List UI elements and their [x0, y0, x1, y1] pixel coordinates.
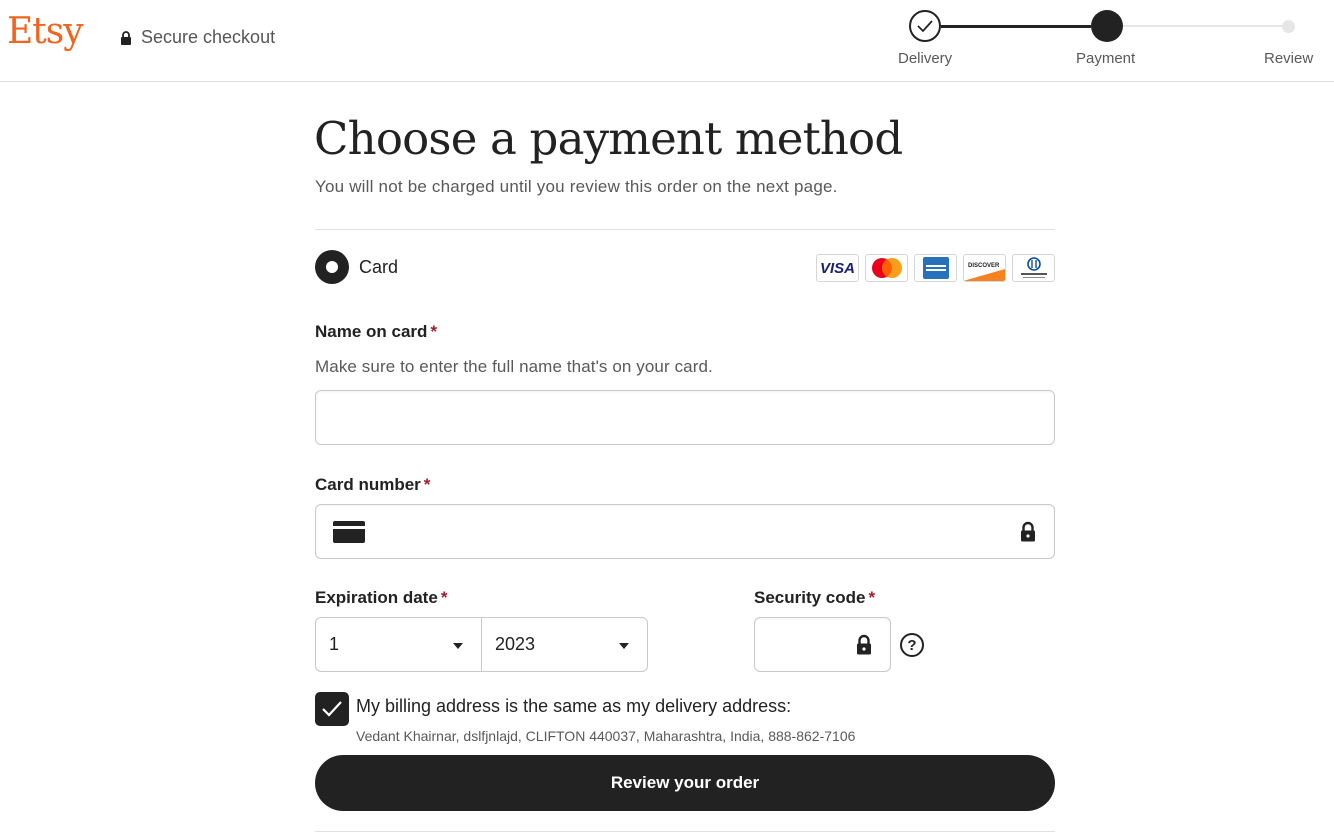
- secure-checkout: Secure checkout: [120, 27, 275, 48]
- lock-icon: [1021, 521, 1035, 542]
- expiration-month-select[interactable]: 1: [315, 617, 482, 672]
- card-number-label-text: Card number: [315, 475, 421, 494]
- required-asterisk: *: [868, 588, 876, 607]
- billing-same-label: My billing address is the same as my del…: [356, 696, 792, 716]
- credit-card-icon: [333, 521, 365, 543]
- chevron-down-icon: [619, 643, 629, 649]
- divider: [315, 229, 1055, 230]
- secure-checkout-label: Secure checkout: [141, 27, 276, 47]
- step-review-label: Review: [1264, 50, 1314, 67]
- etsy-logo[interactable]: Etsy: [7, 14, 84, 50]
- billing-address: Vedant Khairnar, dslfjnlajd, CLIFTON 440…: [356, 728, 856, 744]
- page-title: Choose a payment method: [314, 112, 903, 165]
- checkout-stepper: Delivery Payment Review: [880, 8, 1334, 72]
- checkout-header: Etsy Secure checkout Delivery Payment Re…: [0, 0, 1334, 82]
- expiration-date-label-text: Expiration date: [315, 588, 438, 607]
- billing-same-checkbox[interactable]: [315, 692, 349, 726]
- lock-icon: [121, 30, 131, 45]
- diners-club-logo: [1012, 254, 1055, 282]
- step-review-indicator: [1282, 20, 1295, 33]
- help-icon[interactable]: ?: [900, 633, 924, 657]
- card-option-label: Card: [359, 256, 399, 277]
- card-number-input[interactable]: [315, 504, 1055, 559]
- visa-logo: VISA: [816, 254, 859, 282]
- step-connector: [941, 25, 1091, 28]
- visa-logo-text: VISA: [819, 259, 855, 277]
- expiration-month-value: 1: [329, 634, 340, 654]
- required-asterisk: *: [423, 475, 431, 494]
- security-code-input[interactable]: [754, 617, 891, 672]
- step-payment-label: Payment: [1076, 50, 1136, 67]
- expiration-date-label: Expiration date *: [315, 588, 447, 608]
- expiration-year-value: 2023: [495, 634, 536, 654]
- step-delivery-label: Delivery: [898, 50, 953, 67]
- amex-logo: [914, 254, 957, 282]
- lock-icon: [857, 634, 871, 655]
- step-payment-indicator: [1091, 10, 1123, 42]
- page-subtitle: You will not be charged until you review…: [315, 177, 838, 196]
- payment-option-card[interactable]: Card: [315, 250, 398, 284]
- required-asterisk: *: [430, 322, 438, 341]
- required-asterisk: *: [440, 588, 448, 607]
- name-on-card-input[interactable]: [315, 390, 1055, 445]
- step-connector: [1123, 25, 1282, 27]
- chevron-down-icon: [453, 643, 463, 649]
- checkmark-icon: [322, 701, 342, 717]
- expiration-year-select[interactable]: 2023: [481, 617, 648, 672]
- review-order-button[interactable]: Review your order: [315, 755, 1055, 811]
- card-radio[interactable]: [315, 250, 349, 284]
- name-on-card-label-text: Name on card: [315, 322, 428, 341]
- card-number-label: Card number *: [315, 475, 430, 495]
- discover-logo: DISCOVER: [963, 254, 1006, 282]
- security-code-label: Security code *: [754, 588, 875, 608]
- security-code-label-text: Security code: [754, 588, 866, 607]
- name-on-card-label: Name on card *: [315, 322, 437, 342]
- mastercard-logo: [865, 254, 908, 282]
- step-delivery-check-icon: [909, 10, 941, 42]
- card-logos: VISA DISCOVER: [816, 254, 1055, 282]
- name-on-card-hint: Make sure to enter the full name that's …: [315, 357, 713, 376]
